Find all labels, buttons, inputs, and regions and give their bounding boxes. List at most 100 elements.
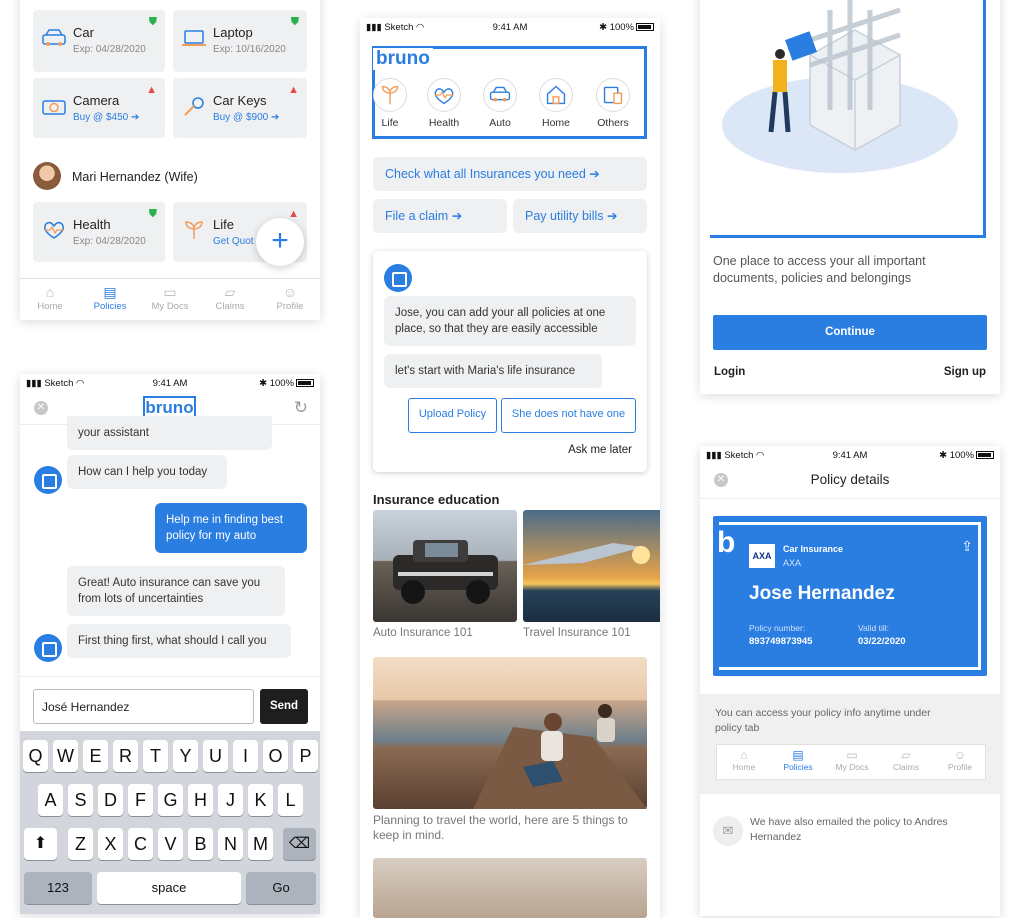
category-health[interactable]: Health	[420, 78, 468, 129]
arrow-right-icon: ➔	[606, 209, 618, 223]
share-icon[interactable]: ⇪	[961, 538, 973, 555]
key-h[interactable]: H	[188, 784, 213, 816]
tab-my-docs[interactable]: ▭ My Docs	[825, 748, 879, 772]
buy-link[interactable]: Buy @ $900 ➔	[213, 112, 279, 123]
insurer-logo: AXA	[749, 544, 775, 568]
brand-mark-icon: b	[717, 526, 736, 559]
tab-home[interactable]: ⌂ Home	[717, 748, 771, 772]
category-home[interactable]: Home	[532, 78, 580, 129]
key-y[interactable]: Y	[173, 740, 198, 772]
key-f[interactable]: F	[128, 784, 153, 816]
close-icon[interactable]: ✕	[34, 401, 48, 415]
heart-pulse-icon	[43, 221, 65, 239]
key-z[interactable]: Z	[68, 828, 93, 860]
bot-message: Great! Auto insurance can save you from …	[67, 566, 285, 616]
tab-policies[interactable]: ▤ Policies	[771, 748, 825, 772]
app-logo: bruno	[373, 48, 433, 70]
does-not-have-button[interactable]: She does not have one	[501, 398, 636, 433]
category-others[interactable]: Others	[589, 78, 637, 129]
get-quote-link[interactable]: Get Quot	[213, 236, 254, 247]
tab-policies[interactable]: ▤ Policies	[80, 284, 140, 312]
key-n[interactable]: N	[218, 828, 243, 860]
key-u[interactable]: U	[203, 740, 228, 772]
key-t[interactable]: T	[143, 740, 168, 772]
info-panel: You can access your policy info anytime …	[700, 694, 1000, 794]
key-k[interactable]: K	[248, 784, 273, 816]
article-caption[interactable]: Planning to travel the world, here are 5…	[373, 813, 647, 843]
key-m[interactable]: M	[248, 828, 273, 860]
key-i[interactable]: I	[233, 740, 258, 772]
key-s[interactable]: S	[68, 784, 93, 816]
category-life[interactable]: Life	[366, 78, 414, 129]
tab-claims[interactable]: ▱ Claims	[200, 284, 260, 312]
bot-avatar-icon	[34, 634, 62, 662]
backspace-key[interactable]: ⌫	[283, 828, 316, 860]
send-button[interactable]: Send	[260, 689, 308, 724]
info-text: You can access your policy info anytime …	[715, 707, 931, 734]
numbers-key[interactable]: 123	[24, 872, 92, 904]
key-x[interactable]: X	[98, 828, 123, 860]
login-link[interactable]: Login	[714, 366, 745, 378]
key-v[interactable]: V	[158, 828, 183, 860]
policy-card[interactable]: b AXA Car Insurance AXA ⇪ Jose Hernandez…	[713, 516, 987, 676]
bot-message: let's start with Maria's life insurance	[384, 354, 602, 388]
upload-policy-button[interactable]: Upload Policy	[408, 398, 497, 433]
policy-tile-car-keys[interactable]: Car Keys Buy @ $900 ➔ ▲	[173, 78, 307, 138]
space-key[interactable]: space	[97, 872, 241, 904]
valid-till-label: Valid till:	[858, 623, 890, 633]
go-key[interactable]: Go	[246, 872, 316, 904]
tab-profile[interactable]: ☺ Profile	[933, 748, 987, 772]
member-avatar	[33, 162, 61, 190]
heart-pulse-icon	[427, 78, 461, 112]
warning-icon: ▲	[288, 84, 299, 96]
policy-type: Car Insurance	[783, 544, 844, 554]
sprout-icon	[185, 221, 203, 239]
article-image-2[interactable]	[373, 858, 647, 918]
check-insurances-button[interactable]: Check what all Insurances you need ➔	[373, 157, 647, 191]
profile-icon: ☺	[953, 748, 967, 762]
tab-claims[interactable]: ▱ Claims	[879, 748, 933, 772]
tab-my-docs[interactable]: ▭ My Docs	[140, 284, 200, 312]
file-claim-button[interactable]: File a claim ➔	[373, 199, 507, 233]
keyboard: QWERTYUIOP ASDFGHJKL ZXCVBNM ⬆ ⌫ 123 spa…	[20, 731, 320, 914]
policy-tile-camera[interactable]: Camera Buy @ $450 ➔ ▲	[33, 78, 165, 138]
key-j[interactable]: J	[218, 784, 243, 816]
key-l[interactable]: L	[278, 784, 303, 816]
tab-profile[interactable]: ☺ Profile	[260, 284, 320, 312]
ask-later-link[interactable]: Ask me later	[568, 444, 632, 456]
key-e[interactable]: E	[83, 740, 108, 772]
key-p[interactable]: P	[293, 740, 318, 772]
key-d[interactable]: D	[98, 784, 123, 816]
tab-label: Profile	[276, 301, 304, 312]
continue-button[interactable]: Continue	[713, 315, 987, 350]
buy-link[interactable]: Buy @ $450 ➔	[73, 112, 139, 123]
chat-screen: ▮▮▮ Sketch ◠ 9:41 AM ✱ 100% ✕ bruno ↻ yo…	[20, 374, 320, 914]
article-image[interactable]	[373, 657, 647, 809]
key-o[interactable]: O	[263, 740, 288, 772]
key-w[interactable]: W	[53, 740, 78, 772]
key-c[interactable]: C	[128, 828, 153, 860]
shift-key[interactable]: ⬆	[24, 828, 57, 860]
pay-bills-button[interactable]: Pay utility bills ➔	[513, 199, 647, 233]
status-bar: ▮▮▮ Sketch ◠ 9:41 AM ✱ 100%	[20, 374, 320, 392]
key-a[interactable]: A	[38, 784, 63, 816]
travel-education-image[interactable]	[523, 510, 660, 622]
category-auto[interactable]: Auto	[476, 78, 524, 129]
warning-icon: ▲	[146, 84, 157, 96]
key-g[interactable]: G	[158, 784, 183, 816]
policy-tile-car[interactable]: Car Exp: 04/28/2020 ⛊	[33, 10, 165, 72]
refresh-icon[interactable]: ↻	[294, 398, 308, 418]
policy-tile-laptop[interactable]: Laptop Exp: 10/16/2020 ⛊	[173, 10, 307, 72]
signup-link[interactable]: Sign up	[944, 366, 986, 378]
policy-number: 893749873945	[749, 636, 813, 647]
key-r[interactable]: R	[113, 740, 138, 772]
email-icon: ✉	[713, 816, 743, 846]
key-q[interactable]: Q	[23, 740, 48, 772]
add-policy-button[interactable]: +	[256, 218, 304, 266]
tab-home[interactable]: ⌂ Home	[20, 284, 80, 312]
policy-tile-health[interactable]: Health Exp: 04/28/2020 ⛊	[33, 202, 165, 262]
key-b[interactable]: B	[188, 828, 213, 860]
name-input[interactable]	[33, 689, 254, 724]
auto-education-image[interactable]	[373, 510, 517, 622]
insurer-name: AXA	[783, 558, 802, 568]
